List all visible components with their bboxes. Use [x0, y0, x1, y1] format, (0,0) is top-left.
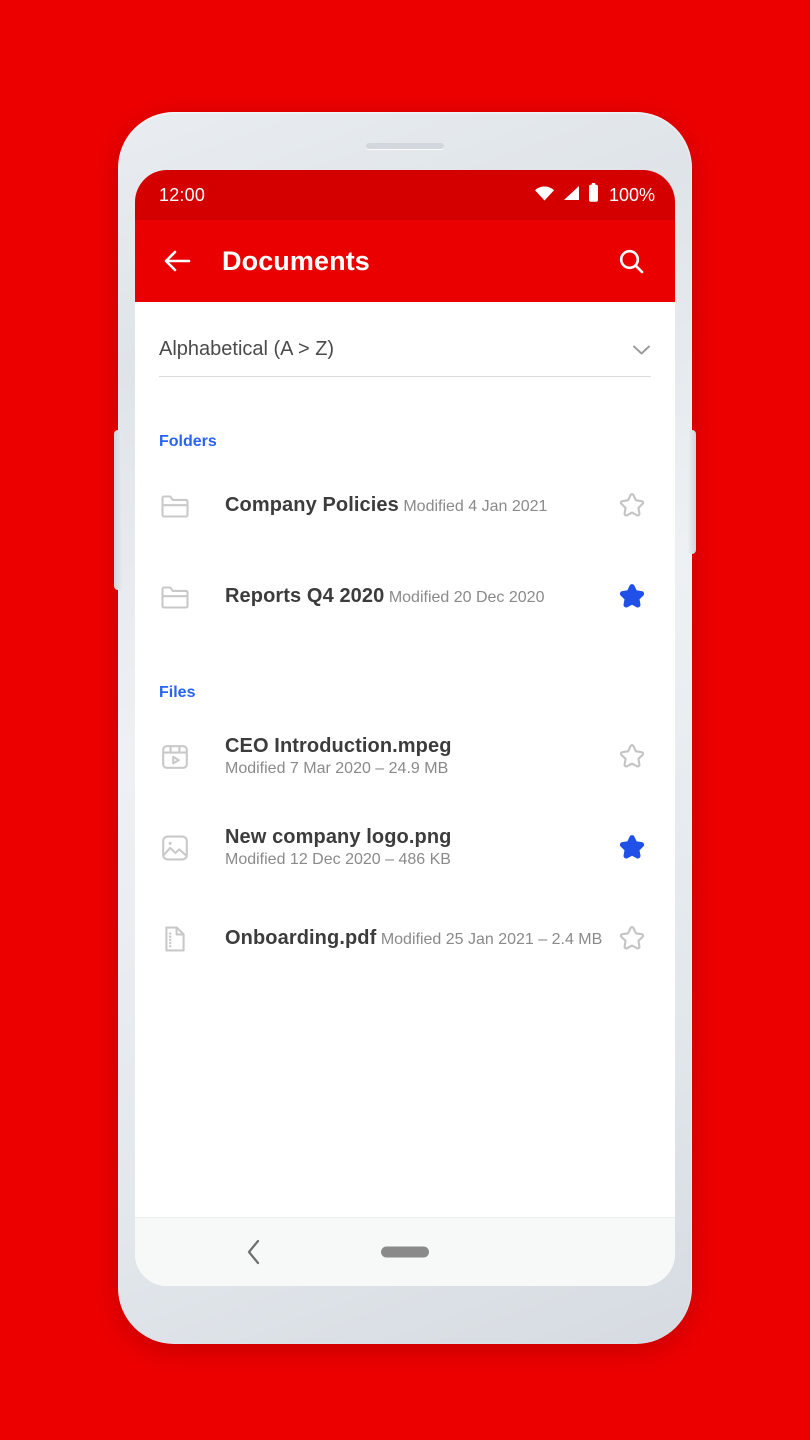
- list-item-text: CEO Introduction.mpeg Modified 7 Mar 202…: [225, 734, 611, 779]
- list-item-text: Onboarding.pdf Modified 25 Jan 2021 – 2.…: [225, 926, 611, 951]
- list-item[interactable]: Onboarding.pdf Modified 25 Jan 2021 – 2.…: [135, 902, 675, 975]
- star-filled-icon[interactable]: [611, 582, 653, 611]
- list-item-title: CEO Introduction.mpeg: [225, 735, 452, 757]
- section-heading-files: Files: [159, 684, 196, 701]
- status-indicators: 100%: [534, 183, 655, 207]
- list-item-title: New company logo.png: [225, 826, 452, 848]
- app-bar: Documents: [135, 220, 675, 302]
- star-outline-icon[interactable]: [611, 491, 653, 520]
- status-time: 12:00: [159, 184, 206, 205]
- star-filled-icon[interactable]: [611, 833, 653, 862]
- chevron-down-icon[interactable]: [632, 344, 651, 356]
- system-navigation-bar: [135, 1217, 675, 1286]
- list-item[interactable]: New company logo.png Modified 12 Dec 202…: [135, 811, 675, 884]
- list-item-title: Onboarding.pdf: [225, 927, 377, 949]
- list-item-title: Company Policies: [225, 494, 399, 516]
- image-file-icon: [159, 832, 201, 864]
- home-pill-icon[interactable]: [381, 1246, 429, 1258]
- list-item-subtitle: Modified 20 Dec 2020: [388, 589, 545, 606]
- arrow-left-icon[interactable]: [155, 239, 199, 283]
- list-item-subtitle: Modified 12 Dec 2020 – 486 KB: [225, 851, 451, 868]
- list-item-subtitle: Modified 7 Mar 2020 – 24.9 MB: [225, 760, 449, 777]
- content-area: Alphabetical (A > Z) Folders Company Pol…: [135, 302, 675, 1217]
- document-file-icon: [159, 923, 201, 955]
- battery-icon: [588, 183, 599, 207]
- video-file-icon: [159, 741, 201, 773]
- chevron-left-icon[interactable]: [237, 1235, 271, 1269]
- list-item-text: Company Policies Modified 4 Jan 2021: [225, 493, 611, 518]
- phone-device-frame: 12:00 100% Documents Alphabetical (A > Z…: [114, 112, 696, 1344]
- folder-icon: [159, 490, 201, 522]
- list-item[interactable]: CEO Introduction.mpeg Modified 7 Mar 202…: [135, 720, 675, 793]
- wifi-icon: [534, 185, 555, 206]
- list-item-title: Reports Q4 2020: [225, 585, 385, 607]
- power-button[interactable]: [688, 430, 696, 554]
- section-heading-folders: Folders: [159, 433, 217, 450]
- signal-icon: [562, 185, 581, 206]
- list-item[interactable]: Company Policies Modified 4 Jan 2021: [135, 469, 675, 542]
- sort-select-value: Alphabetical (A > Z): [159, 338, 335, 360]
- list-item-subtitle: Modified 25 Jan 2021 – 2.4 MB: [380, 931, 603, 948]
- status-bar: 12:00 100%: [135, 170, 675, 220]
- earpiece-speaker: [366, 143, 444, 149]
- phone-screen: 12:00 100% Documents Alphabetical (A > Z…: [135, 170, 675, 1286]
- battery-percent: 100%: [608, 184, 655, 205]
- list-item-subtitle: Modified 4 Jan 2021: [403, 498, 548, 515]
- search-icon[interactable]: [609, 239, 653, 283]
- star-outline-icon[interactable]: [611, 924, 653, 953]
- page-title: Documents: [222, 245, 370, 276]
- folder-icon: [159, 581, 201, 613]
- star-outline-icon[interactable]: [611, 742, 653, 771]
- volume-button[interactable]: [114, 430, 122, 590]
- sort-select[interactable]: Alphabetical (A > Z): [159, 338, 651, 377]
- list-item-text: Reports Q4 2020 Modified 20 Dec 2020: [225, 584, 611, 609]
- list-item[interactable]: Reports Q4 2020 Modified 20 Dec 2020: [135, 560, 675, 633]
- list-item-text: New company logo.png Modified 12 Dec 202…: [225, 825, 611, 870]
